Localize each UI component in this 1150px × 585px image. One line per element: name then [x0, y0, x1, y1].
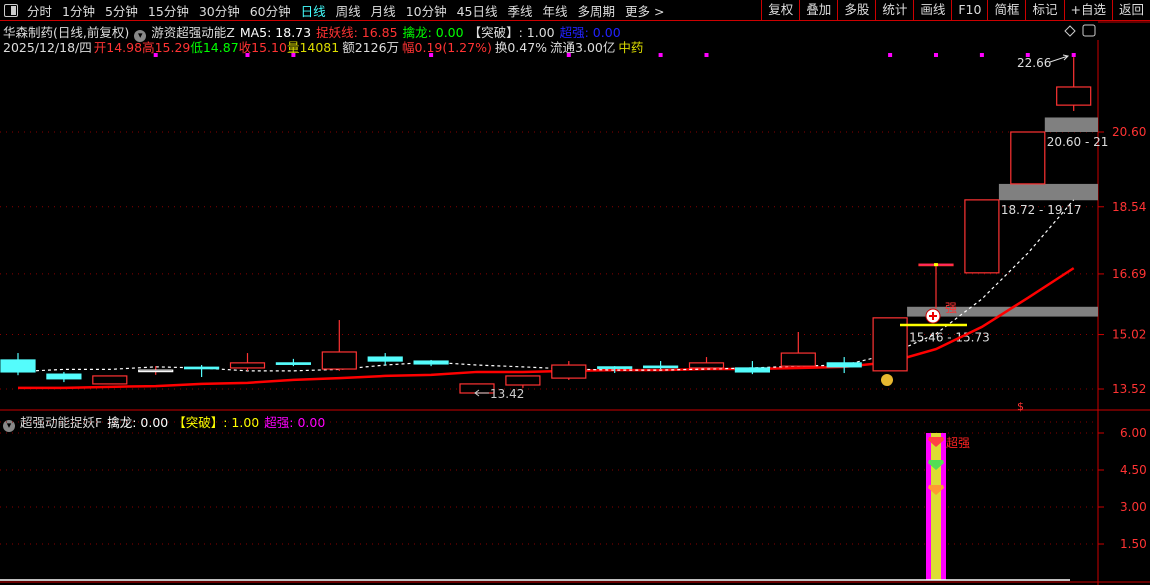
doji-marker: [934, 263, 938, 267]
panel-toggle-icon: [1082, 24, 1096, 37]
candle: [46, 371, 82, 383]
candle: [229, 353, 266, 371]
candle-body: [780, 352, 816, 367]
candle-body: [184, 366, 220, 370]
candle-body: [367, 356, 403, 362]
candle-body: [734, 367, 771, 373]
candle: [184, 365, 220, 378]
candle-body: [505, 375, 541, 386]
top-marker: [291, 53, 296, 57]
top-marker: [704, 53, 709, 57]
diamond-outline-icon: [1064, 25, 1076, 37]
kline-chart[interactable]: 20.60 18.54 16.69 15.02 13.52 6.00 4.50 3.00 1.5…: [0, 0, 1150, 585]
sub-y-tick-label: 3.00: [1120, 500, 1147, 514]
sub-y-tick-label: 6.00: [1120, 426, 1147, 440]
signal-bar-core: [931, 433, 941, 580]
candle-body: [826, 362, 862, 368]
candle: [642, 361, 679, 370]
candle-body: [688, 362, 725, 369]
candle-body: [964, 199, 1000, 274]
candle-body: [92, 375, 128, 385]
candle: [551, 361, 587, 380]
candle: [321, 320, 357, 371]
candle: [92, 375, 128, 385]
top-marker: [429, 53, 434, 57]
sub-y-tick-label: 4.50: [1120, 463, 1147, 477]
candle-body: [1010, 131, 1046, 185]
candle: [964, 199, 1000, 274]
y-tick-label: 13.52: [1112, 382, 1146, 396]
candle: [413, 359, 449, 367]
candle-body: [138, 369, 174, 373]
y-tick-label: 15.02: [1112, 328, 1146, 342]
candle: [688, 357, 725, 369]
candle-body: [321, 351, 357, 370]
top-marker: [979, 53, 984, 57]
top-marker: [1071, 53, 1076, 57]
candle: [1056, 57, 1092, 111]
support-zone: [998, 183, 1098, 201]
candle: [275, 358, 311, 367]
top-marker: [658, 53, 663, 57]
ma5-line: [17, 199, 1075, 373]
top-marker: [245, 53, 250, 57]
candle: [780, 332, 816, 367]
y-tick-label: 18.54: [1112, 200, 1146, 214]
signal-mark: $: [1017, 400, 1024, 413]
zhuoyao-line: [18, 267, 1075, 390]
candle: [0, 353, 36, 376]
top-marker: [566, 53, 571, 57]
candle-body: [642, 365, 679, 369]
candle-body: [1056, 86, 1092, 106]
top-marker: [888, 53, 893, 57]
candle-body: [275, 362, 311, 365]
y-tick-label: 20.60: [1112, 125, 1146, 139]
money-bag-icon: [881, 374, 893, 386]
arrow-icon: [1049, 54, 1070, 63]
candle: [367, 353, 403, 366]
candle-body: [229, 362, 266, 369]
sub-y-tick-label: 1.50: [1120, 537, 1147, 551]
candle-body: [413, 360, 449, 365]
candle: [1010, 131, 1046, 185]
support-zone: [1044, 117, 1098, 132]
strong-label: 强: [945, 301, 957, 315]
zone-label: 20.60 - 21: [1047, 135, 1109, 149]
high-label: 22.66: [1017, 56, 1051, 70]
candle: [138, 366, 174, 375]
candle-body: [551, 364, 587, 379]
top-marker: [934, 53, 938, 57]
candle-body: [597, 366, 633, 369]
low-label: 13.42: [490, 387, 524, 401]
chaoqiang-label: 超强: [946, 435, 970, 450]
top-marker: [153, 53, 158, 57]
candle-body: [46, 373, 82, 380]
candle-body: [0, 359, 36, 373]
candle: [734, 361, 771, 375]
y-tick-label: 16.69: [1112, 267, 1146, 281]
candle: [826, 357, 862, 374]
